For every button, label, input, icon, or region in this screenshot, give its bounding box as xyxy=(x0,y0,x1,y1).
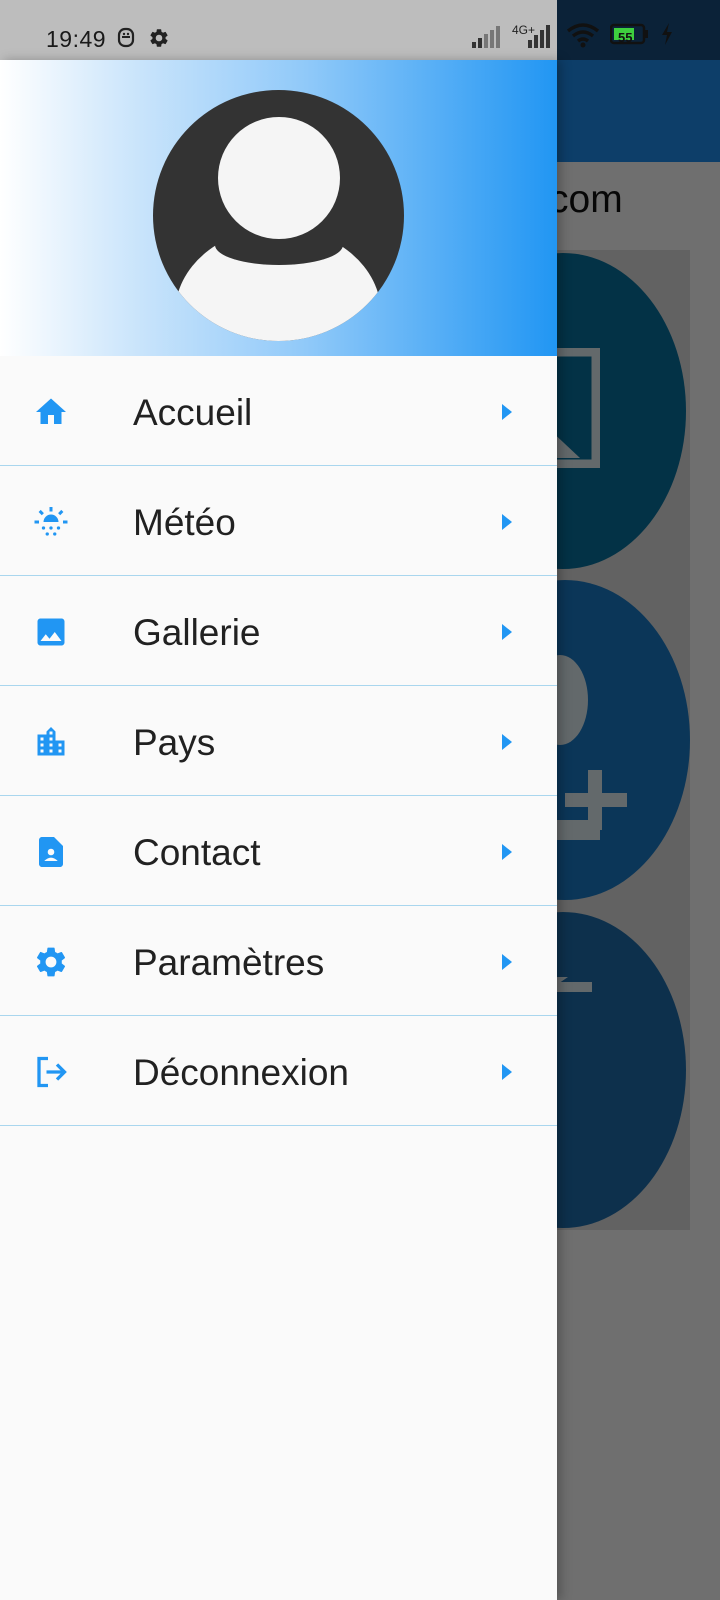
arrow-right-icon xyxy=(502,404,512,420)
status-time: 19:49 xyxy=(46,26,107,52)
charging-bolt-icon xyxy=(662,23,672,45)
settings-gear-icon xyxy=(150,29,168,47)
menu-item-label: Contact xyxy=(133,832,261,873)
wifi-icon xyxy=(566,23,600,48)
arrow-right-icon xyxy=(502,514,512,530)
arrow-right-icon xyxy=(502,624,512,640)
weather-sunny-icon xyxy=(34,507,68,536)
menu-item-pays[interactable]: Pays xyxy=(0,686,557,796)
menu-item-parametres[interactable]: Paramètres xyxy=(0,906,557,1016)
drawer-menu: Accueil Météo Gallerie Pays Contact Para… xyxy=(0,356,557,1126)
menu-item-accueil[interactable]: Accueil xyxy=(0,356,557,466)
location-city-icon xyxy=(37,727,65,756)
settings-icon xyxy=(36,947,66,977)
drawer-header xyxy=(0,60,557,356)
menu-item-meteo[interactable]: Météo xyxy=(0,466,557,576)
menu-item-label: Pays xyxy=(133,722,216,763)
menu-item-label: Gallerie xyxy=(133,612,261,653)
notification-app-icon xyxy=(117,27,135,48)
contact-page-icon xyxy=(39,837,63,867)
menu-item-deconnexion[interactable]: Déconnexion xyxy=(0,1016,557,1126)
arrow-right-icon xyxy=(502,844,512,860)
image-icon xyxy=(37,618,65,646)
battery-level: 55 xyxy=(618,30,633,45)
4g-signal-icon xyxy=(528,25,550,48)
arrow-right-icon xyxy=(502,1064,512,1080)
arrow-right-icon xyxy=(502,954,512,970)
arrow-right-icon xyxy=(502,734,512,750)
logout-icon xyxy=(37,1056,67,1088)
menu-item-label: Paramètres xyxy=(133,942,325,983)
menu-item-label: Accueil xyxy=(133,392,253,433)
menu-item-label: Déconnexion xyxy=(133,1052,349,1093)
menu-item-label: Météo xyxy=(133,502,236,543)
status-bar: 19:49 4G+ 55 xyxy=(0,0,720,60)
menu-item-gallerie[interactable]: Gallerie xyxy=(0,576,557,686)
home-icon xyxy=(36,398,66,424)
navigation-drawer: Accueil Météo Gallerie Pays Contact Para… xyxy=(0,60,557,1600)
account-circle-icon[interactable] xyxy=(153,90,404,341)
signal-icon xyxy=(472,26,500,48)
menu-item-contact[interactable]: Contact xyxy=(0,796,557,906)
